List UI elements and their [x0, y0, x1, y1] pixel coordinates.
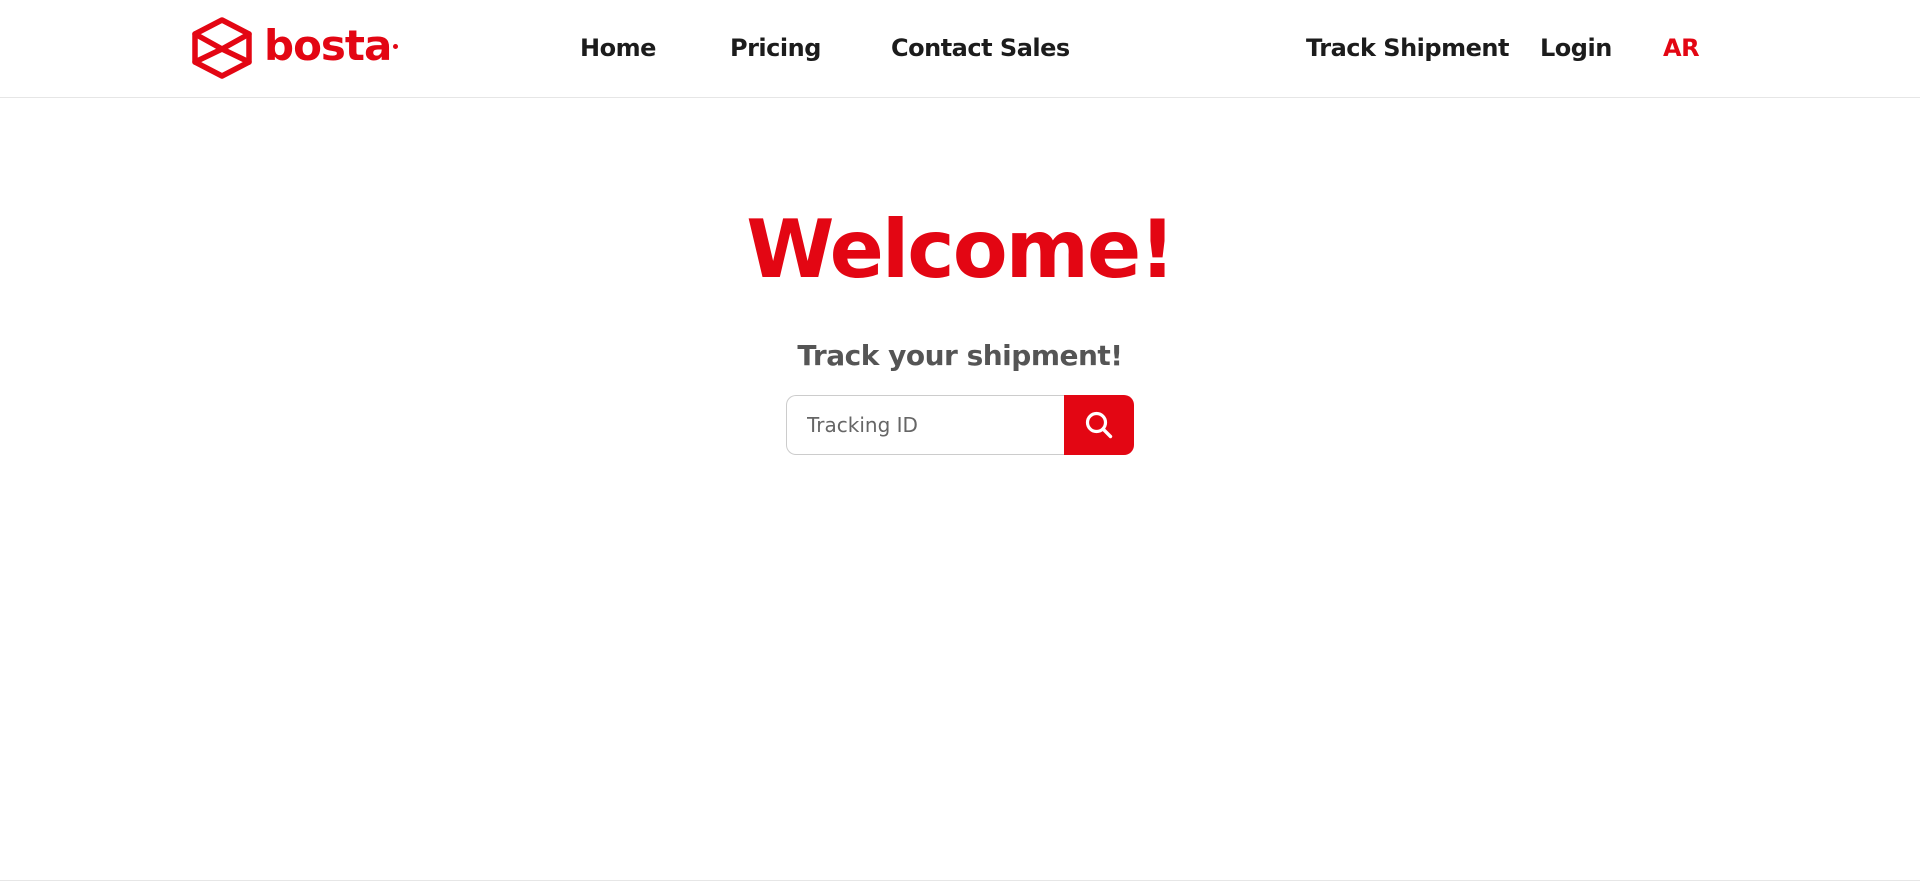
nav-track-shipment[interactable]: Track Shipment: [1306, 30, 1509, 66]
tracking-id-input[interactable]: [786, 395, 1064, 455]
page-subtitle: Track your shipment!: [797, 339, 1123, 372]
nav-contact-sales[interactable]: Contact Sales: [891, 30, 1070, 66]
bosta-logo[interactable]: bosta: [190, 15, 399, 81]
nav-home[interactable]: Home: [580, 30, 656, 66]
bosta-box-icon: [192, 17, 252, 79]
nav-pricing[interactable]: Pricing: [730, 30, 821, 66]
language-toggle[interactable]: AR: [1663, 30, 1700, 66]
page-title: Welcome!: [746, 203, 1176, 296]
search-icon: [1085, 411, 1113, 439]
site-header: bosta Home Pricing Contact Sales Track S…: [0, 0, 1920, 98]
logo-wordmark: bosta: [264, 21, 392, 70]
nav-login[interactable]: Login: [1540, 30, 1612, 66]
search-button[interactable]: [1064, 395, 1134, 455]
logo-dot: [393, 43, 399, 49]
tracking-search-form: [786, 395, 1134, 455]
footer-divider: [0, 880, 1920, 881]
